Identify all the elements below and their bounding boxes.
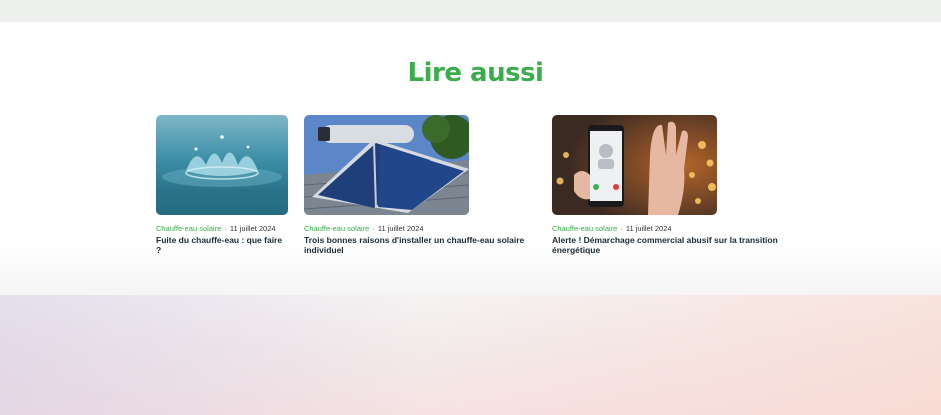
article-date: 11 juillet 2024 — [377, 224, 424, 233]
article-meta: Chauffe-eau solaire · 11 juillet 2024 — [552, 224, 778, 234]
article-title[interactable]: Trois bonnes raisons d'installer un chau… — [304, 235, 534, 255]
article-thumbnail-water-drop[interactable] — [156, 115, 288, 215]
article-card[interactable]: Chauffe-eau solaire · 11 juillet 2024 Aler… — [552, 115, 778, 255]
article-meta: Chauffe-eau solaire · 11 juillet 2024 — [304, 224, 534, 234]
article-title[interactable]: Fuite du chauffe-eau : que faire ? — [156, 235, 288, 255]
article-date: 11 juillet 2024 — [625, 224, 672, 233]
section-title: Lire aussi — [407, 58, 544, 88]
article-thumbnail-solar-panel[interactable] — [304, 115, 469, 215]
article-card[interactable]: Chauffe-eau solaire · 11 juillet 2024 Troi… — [304, 115, 534, 255]
article-thumbnail-phone-call[interactable] — [552, 115, 717, 215]
background-gradient — [0, 295, 941, 415]
top-band — [0, 0, 941, 22]
article-title[interactable]: Alerte ! Démarchage commercial abusif su… — [552, 235, 778, 255]
article-category[interactable]: Chauffe-eau solaire — [156, 224, 221, 233]
article-category[interactable]: Chauffe-eau solaire — [304, 224, 369, 233]
meta-separator: · — [620, 224, 623, 233]
meta-separator: · — [372, 224, 375, 233]
article-category[interactable]: Chauffe-eau solaire — [552, 224, 617, 233]
article-date: 11 juillet 2024 — [229, 224, 276, 233]
article-card[interactable]: Chauffe-eau solaire · 11 juillet 2024 Fuit… — [156, 115, 288, 255]
meta-separator: · — [224, 224, 227, 233]
article-meta: Chauffe-eau solaire · 11 juillet 2024 — [156, 224, 288, 234]
